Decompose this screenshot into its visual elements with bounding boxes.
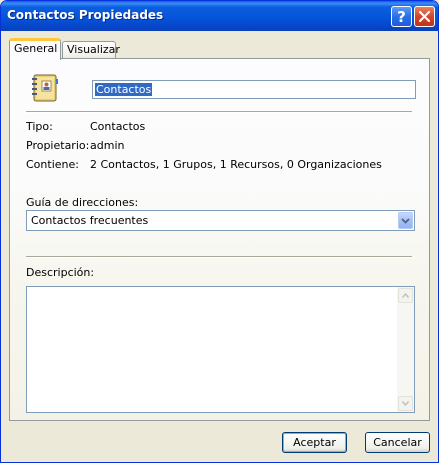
separator (26, 111, 412, 113)
tab-general-label: General (14, 42, 58, 55)
contains-label: Contiene: (26, 158, 79, 171)
chevron-down-icon (401, 217, 410, 224)
name-field[interactable]: Contactos (92, 80, 416, 99)
chevron-down-icon (402, 401, 409, 406)
help-button[interactable]: ? (391, 6, 412, 27)
address-guide-value: Contactos frecuentes (31, 214, 149, 227)
owner-label: Propietario: (26, 139, 90, 152)
tab-general[interactable]: General (9, 38, 61, 60)
help-icon: ? (397, 7, 406, 26)
description-label: Descripción: (26, 266, 95, 279)
separator (26, 256, 412, 258)
ok-button-label: Aceptar (293, 436, 336, 449)
close-button[interactable] (414, 6, 435, 27)
title-bar[interactable]: Contactos Propiedades ? (1, 1, 438, 31)
vertical-scrollbar[interactable] (397, 287, 414, 412)
scroll-up-button[interactable] (398, 288, 413, 303)
properties-dialog: Contactos Propiedades ? General Visualiz… (0, 0, 439, 463)
address-book-icon (32, 74, 58, 102)
owner-value: admin (90, 139, 125, 152)
chevron-up-icon (402, 293, 409, 298)
cancel-button-label: Cancelar (373, 436, 422, 449)
name-field-value: Contactos (95, 83, 153, 96)
address-guide-label: Guía de direcciones: (26, 196, 139, 209)
description-textarea[interactable] (26, 286, 415, 413)
general-panel: Contactos Tipo: Contactos Propietario: a… (9, 58, 430, 421)
close-icon (419, 11, 430, 22)
address-guide-select[interactable]: Contactos frecuentes (26, 210, 415, 231)
type-value: Contactos (90, 120, 146, 133)
dropdown-button[interactable] (398, 212, 413, 229)
tab-visualizar-label: Visualizar (67, 43, 120, 56)
cancel-button[interactable]: Cancelar (365, 432, 430, 453)
type-label: Tipo: (26, 120, 53, 133)
scroll-down-button[interactable] (398, 396, 413, 411)
tab-visualizar[interactable]: Visualizar (62, 41, 120, 59)
window-title: Contactos Propiedades (7, 8, 164, 22)
contains-value: 2 Contactos, 1 Grupos, 1 Recursos, 0 Org… (90, 158, 382, 171)
ok-button[interactable]: Aceptar (282, 432, 347, 453)
